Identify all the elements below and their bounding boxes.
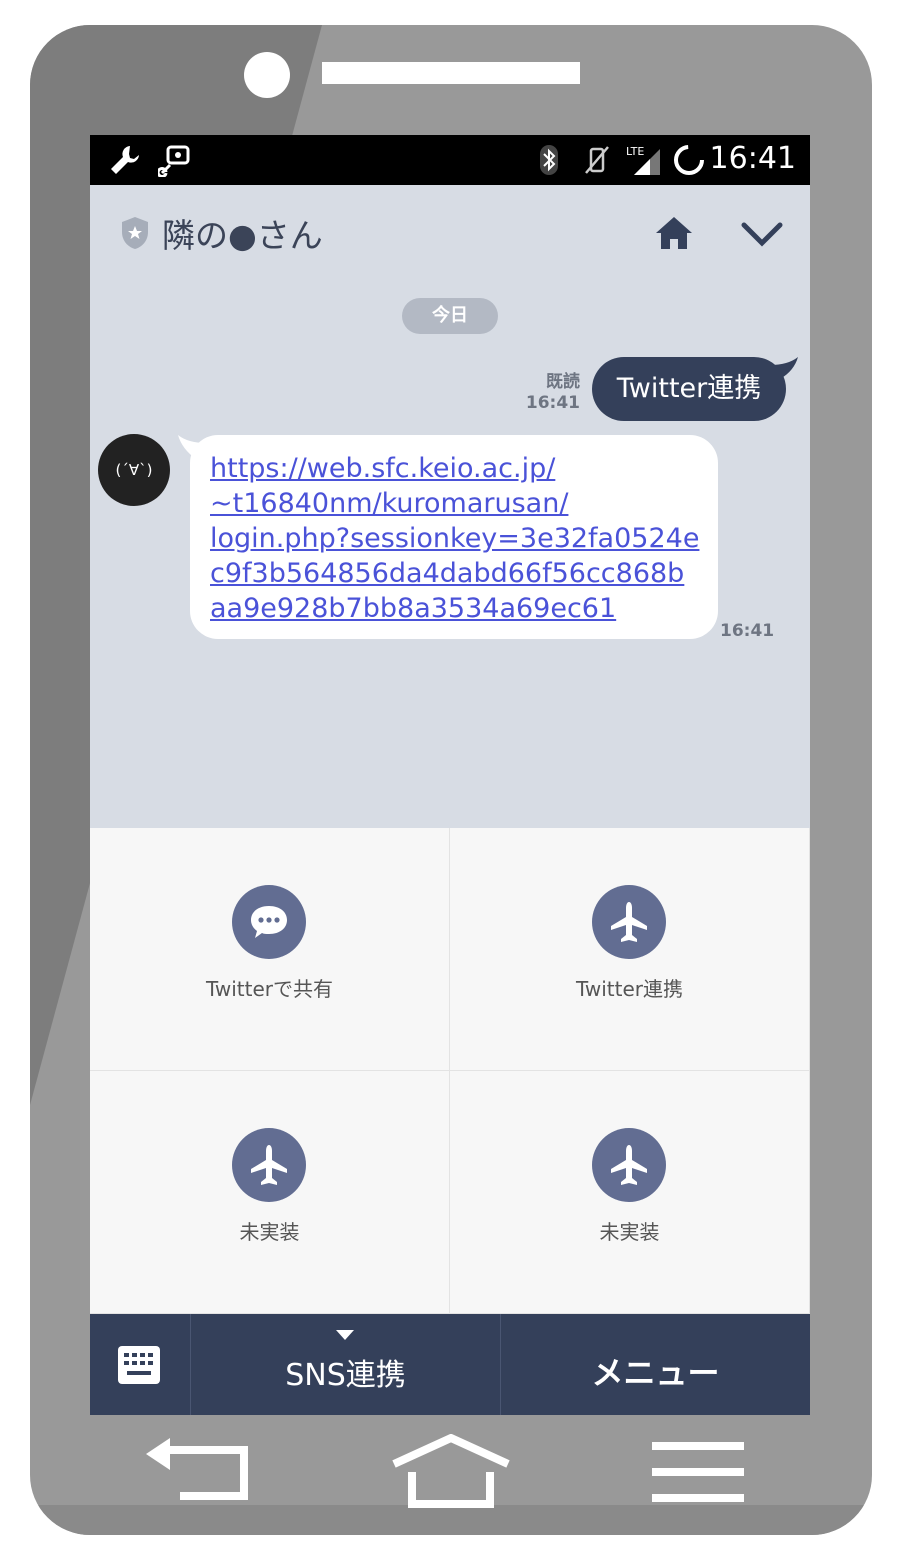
rich-menu: Twitterで共有 Twitter連携 未実装 未実装: [90, 828, 810, 1314]
back-icon[interactable]: [140, 1436, 252, 1502]
status-bar: LTE 16:41: [90, 135, 810, 185]
menu-label: メニュー: [591, 1354, 720, 1392]
airplane-icon: [592, 885, 666, 959]
read-receipt: 既読: [546, 372, 580, 392]
sent-time: 16:41: [525, 393, 580, 413]
front-camera: [244, 52, 290, 98]
airplane-icon: [592, 1128, 666, 1202]
chevron-down-icon[interactable]: [740, 219, 784, 249]
sns-link-label: SNS連携: [285, 1358, 406, 1393]
rich-menu-item-unimplemented-2[interactable]: 未実装: [450, 1071, 810, 1314]
link-line[interactable]: ~t16840nm/kuromarusan/: [210, 486, 710, 521]
lte-signal-icon: LTE: [626, 145, 660, 175]
incoming-message: https://web.sfc.keio.ac.jp/ ~t16840nm/ku…: [190, 435, 718, 639]
home-outline-icon[interactable]: [390, 1434, 512, 1510]
vibrate-off-icon: [585, 146, 609, 174]
link-line[interactable]: c9f3b564856da4dabd66f56cc868b: [210, 556, 710, 591]
caret-down-icon: [336, 1330, 354, 1340]
chat-header: 隣の●さん: [90, 185, 810, 285]
usb-debug-icon: [158, 145, 190, 177]
rich-menu-label: Twitterで共有: [205, 977, 334, 1001]
chat-bubble-icon: [232, 885, 306, 959]
home-icon[interactable]: [654, 213, 694, 253]
rich-menu-item-unimplemented-1[interactable]: 未実装: [90, 1071, 450, 1314]
keyboard-button[interactable]: [90, 1314, 190, 1415]
received-time: 16:41: [720, 621, 775, 641]
link-line[interactable]: aa9e928b7bb8a3534a69ec61: [210, 591, 710, 626]
rich-menu-label: 未実装: [599, 1220, 660, 1244]
session-link[interactable]: https://web.sfc.keio.ac.jp/ ~t16840nm/ku…: [210, 451, 710, 626]
chat-title: 隣の●さん: [162, 216, 323, 255]
menu-button[interactable]: メニュー: [501, 1314, 810, 1415]
rich-menu-item-link[interactable]: Twitter連携: [450, 828, 810, 1071]
keyboard-icon: [118, 1346, 160, 1384]
menu-lines-icon[interactable]: [652, 1440, 744, 1504]
link-line[interactable]: https://web.sfc.keio.ac.jp/: [210, 451, 710, 486]
avatar[interactable]: (´∀`): [98, 434, 170, 506]
earpiece-speaker: [322, 62, 580, 84]
status-time: 16:41: [709, 141, 796, 176]
airplane-icon: [232, 1128, 306, 1202]
shield-star-icon: [122, 217, 148, 249]
screen: LTE 16:41 隣の●さん 今日 既読 16:41 Twitter連携 (´…: [90, 135, 810, 1415]
bottom-bar: SNS連携 メニュー: [90, 1314, 810, 1415]
rich-menu-label: 未実装: [239, 1220, 300, 1244]
wrench-icon: [111, 146, 139, 174]
date-separator: 今日: [402, 298, 498, 334]
rich-menu-item-share[interactable]: Twitterで共有: [90, 828, 450, 1071]
svg-text:LTE: LTE: [626, 145, 644, 158]
rich-menu-label: Twitter連携: [575, 977, 684, 1001]
loading-ring-icon: [674, 145, 704, 175]
link-line[interactable]: login.php?sessionkey=3e32fa0524e: [210, 521, 710, 556]
outgoing-message[interactable]: Twitter連携: [592, 357, 786, 421]
sns-link-menu-button[interactable]: SNS連携: [191, 1314, 500, 1415]
bluetooth-icon: [540, 145, 558, 175]
